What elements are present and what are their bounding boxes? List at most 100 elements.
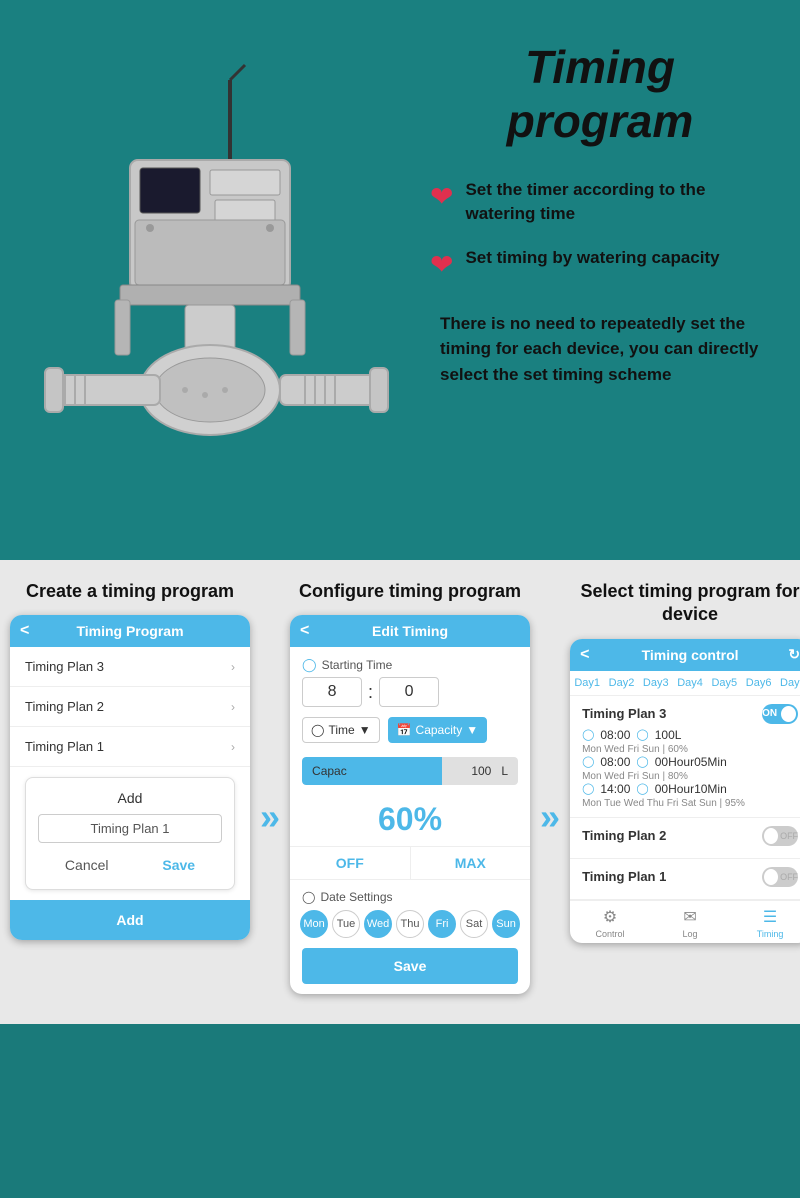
entry-dur-icon-2: ◯ — [636, 755, 648, 768]
plan-1-item: Timing Plan 1 OFF — [570, 859, 800, 900]
weekday-tue[interactable]: Tue — [332, 910, 360, 938]
back-arrow-icon: < — [20, 622, 29, 640]
back-arrow-3-icon: < — [580, 646, 589, 664]
day-tab-6[interactable]: Day6 — [741, 671, 775, 695]
arrow-1: » — [260, 796, 280, 838]
list-item-3[interactable]: Timing Plan 1 › — [10, 727, 250, 767]
phone-1-header: < Timing Program — [10, 615, 250, 647]
plan-3-name: Timing Plan 3 — [582, 706, 666, 721]
phone-2-header: < Edit Timing — [290, 615, 530, 647]
weekday-sat[interactable]: Sat — [460, 910, 488, 938]
nav-log[interactable]: ✉ Log — [650, 907, 730, 939]
clock-icon: ◯ — [302, 657, 317, 673]
plan-1-toggle[interactable]: OFF — [762, 867, 798, 887]
step-3: Select timing program for device < Timin… — [570, 580, 800, 943]
entry-sub-2: Mon Wed Fri Sun | 80% — [582, 771, 798, 782]
capacity-icon: 📅 — [397, 723, 412, 737]
back-arrow-2-icon: < — [300, 622, 309, 640]
chevron-icon-2: › — [231, 700, 235, 714]
nav-timing[interactable]: ☰ Timing — [730, 907, 800, 939]
phone-3-frame: < Timing control ↻ Day1 Day2 Day3 Day4 D… — [570, 639, 800, 943]
heart-icon-2: ❤ — [430, 248, 453, 281]
weekday-mon[interactable]: Mon — [300, 910, 328, 938]
cancel-button[interactable]: Cancel — [49, 853, 125, 877]
refresh-icon[interactable]: ↻ — [788, 646, 800, 663]
day-tab-5[interactable]: Day5 — [707, 671, 741, 695]
feature-item-2: ❤ Set timing by watering capacity — [430, 246, 770, 281]
plan-2-item: Timing Plan 2 OFF — [570, 818, 800, 859]
page-title: Timing program — [430, 40, 770, 148]
date-icon: ◯ — [302, 890, 315, 904]
list-item-2[interactable]: Timing Plan 2 › — [10, 687, 250, 727]
day-tab-1[interactable]: Day1 — [570, 671, 604, 695]
entry-dur-icon-3: ◯ — [636, 782, 648, 795]
day-tab-4[interactable]: Day4 — [673, 671, 707, 695]
weekday-fri[interactable]: Fri — [428, 910, 456, 938]
add-modal-title: Add — [38, 790, 222, 806]
entry-cap-icon-1: ◯ — [636, 728, 648, 741]
minute-input[interactable]: 0 — [379, 677, 439, 707]
chevron-icon-1: › — [231, 660, 235, 674]
phone2-save-button[interactable]: Save — [302, 948, 518, 984]
time-dropdown[interactable]: ◯ Time ▼ — [302, 717, 380, 743]
time-colon: : — [368, 682, 373, 703]
toggle-knob-2 — [764, 828, 778, 844]
off-button[interactable]: OFF — [290, 847, 411, 879]
date-settings-label: ◯ Date Settings — [290, 890, 530, 910]
off-max-row: OFF MAX — [290, 846, 530, 880]
weekday-wed[interactable]: Wed — [364, 910, 392, 938]
weekday-thu[interactable]: Thu — [396, 910, 424, 938]
plan-entry-2: ◯ 08:00 ◯ 00Hour05Min — [582, 755, 798, 769]
device-image-area — [0, 20, 420, 530]
list-item-1[interactable]: Timing Plan 3 › — [10, 647, 250, 687]
dropdown-row: ◯ Time ▼ 📅 Capacity ▼ — [302, 717, 518, 743]
hour-input[interactable]: 8 — [302, 677, 362, 707]
entry-time-1: 08:00 — [600, 728, 630, 742]
entry-clock-icon-1: ◯ — [582, 728, 594, 741]
plan-1-name: Timing Plan 1 — [582, 869, 666, 884]
time-clock-icon: ◯ — [311, 723, 324, 737]
heart-icon-1: ❤ — [430, 180, 453, 213]
entry-clock-icon-3: ◯ — [582, 782, 594, 795]
step-1-title: Create a timing program — [26, 580, 234, 603]
plan-entry-1: ◯ 08:00 ◯ 100L — [582, 728, 798, 742]
plan-2-toggle[interactable]: OFF — [762, 826, 798, 846]
save-button[interactable]: Save — [146, 853, 211, 877]
add-modal-input[interactable]: Timing Plan 1 — [38, 814, 222, 843]
nav-control-icon: ⚙ — [603, 907, 617, 927]
list-item-2-label: Timing Plan 2 — [25, 699, 104, 714]
entry-clock-icon-2: ◯ — [582, 755, 594, 768]
nav-log-icon: ✉ — [683, 907, 696, 927]
max-button[interactable]: MAX — [411, 847, 531, 879]
toggle-on-label: ON — [762, 708, 777, 719]
weekday-row: Mon Tue Wed Thu Fri Sat Sun — [290, 910, 530, 948]
top-section: Timing program ❤ Set the timer according… — [0, 0, 800, 560]
capacity-bar-container: Capac 100 L — [290, 757, 530, 785]
phone-3-header-title: Timing control — [642, 647, 739, 663]
day-tab-2[interactable]: Day2 — [604, 671, 638, 695]
edit-section: ◯ Starting Time 8 : 0 ◯ Time ▼ — [290, 647, 530, 757]
capacity-dropdown[interactable]: 📅 Capacity ▼ — [388, 717, 488, 743]
starting-time-label: ◯ Starting Time — [302, 657, 518, 673]
description-text: There is no need to repeatedly set the t… — [430, 311, 770, 388]
capacity-arrow-icon: ▼ — [466, 723, 478, 737]
plan-3-toggle[interactable]: ON — [762, 704, 798, 724]
phone-2-header-title: Edit Timing — [372, 623, 448, 639]
dropdown-arrow-icon: ▼ — [359, 723, 371, 737]
feature-text-2: Set timing by watering capacity — [465, 246, 719, 270]
nav-control[interactable]: ⚙ Control — [570, 907, 650, 939]
add-button[interactable]: Add — [10, 900, 250, 940]
list-item-1-label: Timing Plan 3 — [25, 659, 104, 674]
add-modal: Add Timing Plan 1 Cancel Save — [25, 777, 235, 890]
nav-log-label: Log — [683, 929, 698, 939]
toggle-off-label-2: OFF — [780, 831, 798, 841]
day-tab-3[interactable]: Day3 — [639, 671, 673, 695]
day-tab-7[interactable]: Day7 — [776, 671, 800, 695]
nav-timing-label: Timing — [757, 929, 784, 939]
percent-display: 60% — [290, 793, 530, 846]
step-1: Create a timing program < Timing Program… — [10, 580, 250, 940]
weekday-sun[interactable]: Sun — [492, 910, 520, 938]
plan-2-header: Timing Plan 2 OFF — [582, 826, 798, 846]
plan-1-header: Timing Plan 1 OFF — [582, 867, 798, 887]
right-content: Timing program ❤ Set the timer according… — [420, 20, 800, 407]
